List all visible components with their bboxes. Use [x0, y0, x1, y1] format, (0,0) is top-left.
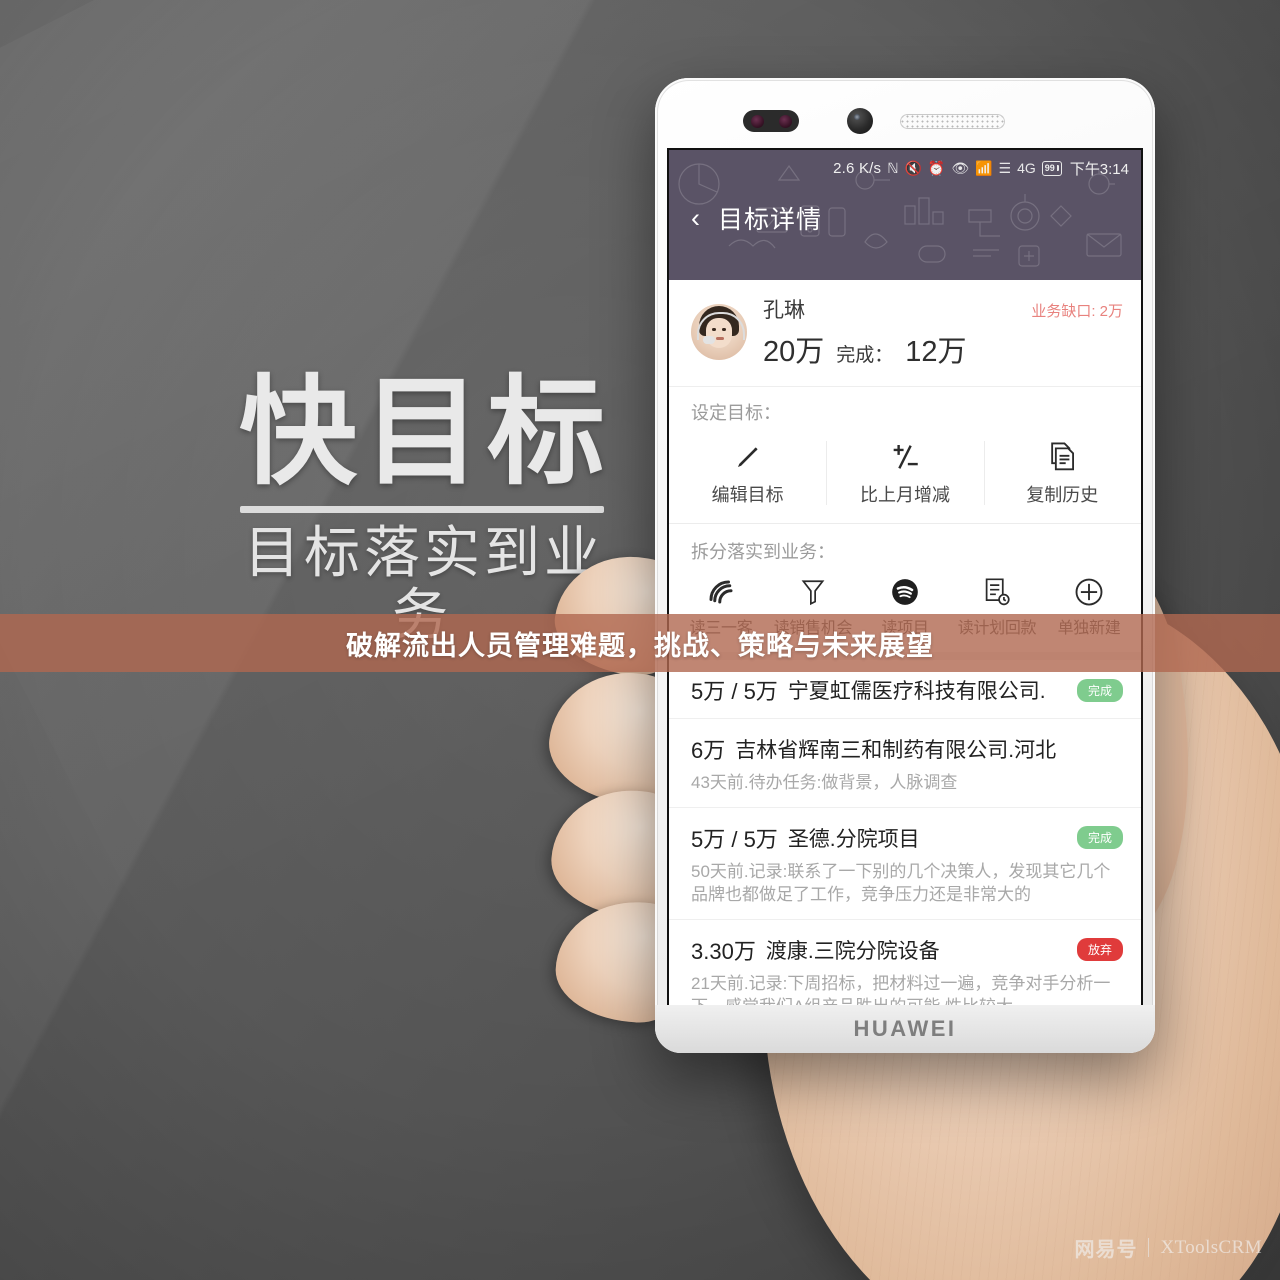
signal-4g-icon: 4G [1017, 160, 1036, 176]
goal-numbers: 20万 完成： 12万 [763, 328, 1123, 370]
pencil-icon [669, 437, 826, 477]
target-amount: 20万 [763, 336, 825, 368]
list-item-amount: 5万 / 5万 [691, 679, 778, 704]
radar-icon [675, 574, 767, 610]
list-item-name: 宁夏虹儒医疗科技有限公司. [787, 680, 1046, 703]
action-copy-history[interactable]: 复制历史 [983, 431, 1141, 523]
screenshot-stage: 快目标 目标落实到业务 [0, 0, 1280, 1280]
huawei-logo: HUAWEI [853, 1016, 957, 1041]
earpiece-speaker-icon [900, 114, 1005, 129]
split-section-label: 拆分落实到业务： [669, 524, 1141, 568]
wifi-icon: 📶 [975, 160, 993, 176]
page-title: 目标详情 [718, 206, 823, 234]
watermark: 网易号 XToolsCRM [1074, 1233, 1262, 1262]
avatar [691, 304, 747, 360]
banner-title: 破解流出人员管理难题，挑战、策略与未来展望 [346, 630, 934, 662]
list-item-note: 43天前.待办任务:做背景，人脉调查 [691, 773, 958, 792]
completed-amount: 12万 [905, 336, 967, 368]
list-item-header: 6万 吉林省辉南三和制药有限公司.河北 [691, 733, 1123, 765]
back-chevron-icon[interactable]: ‹ [691, 204, 700, 232]
status-badge: 完成 [1076, 826, 1123, 850]
list-item[interactable]: 6万 吉林省辉南三和制药有限公司.河北 43天前.待办任务:做背景，人脉调查 [669, 719, 1141, 808]
list-item-note: 50天前.记录:联系了一下别的几个决策人，发现其它几个品牌也都做足了工作，竞争压… [691, 861, 1111, 904]
action-month-change[interactable]: 比上月增减 [826, 431, 983, 523]
nfc-icon: ℕ [887, 160, 899, 176]
overlay-banner: 破解流出人员管理难题，挑战、策略与未来展望 [0, 614, 1280, 672]
mute-icon: 🔇 [904, 160, 922, 176]
list-item-header: 3.30万 渡康.三院分院设备 放弃 [691, 934, 1123, 966]
clock-label: 下午3:14 [1069, 160, 1129, 178]
list-item[interactable]: 3.30万 渡康.三院分院设备 放弃 21天前.记录:下周招标，把材料过一遍，竞… [669, 920, 1141, 1005]
eye-icon: 👁 [951, 160, 970, 176]
business-gap-badge: 业务缺口: 2万 [1031, 303, 1123, 320]
watermark-logo: 网易号 [1074, 1237, 1138, 1261]
app-navbar: ‹ 目标详情 [669, 186, 1141, 236]
watermark-name: XToolsCRM [1160, 1236, 1262, 1258]
battery-icon: 99 [1041, 160, 1062, 176]
goal-list: 5万 / 5万 宁夏虹儒医疗科技有限公司. 完成 6万 吉林省辉南三和制药有限公… [669, 660, 1141, 1005]
list-item-amount: 6万 [691, 738, 726, 763]
alarm-icon: ⏰ [927, 160, 946, 176]
action-label: 编辑目标 [711, 485, 784, 505]
funnel-icon [767, 574, 859, 610]
copy-documents-icon [984, 437, 1141, 477]
action-edit-goal[interactable]: 编辑目标 [669, 431, 826, 523]
list-item-note: 21天前.记录:下周招标，把材料过一遍，竞争对手分析一下，感觉我们A组产品胜出的… [691, 973, 1111, 1005]
plus-minus-icon [826, 437, 983, 477]
phone-screen: 2.6 K/s ℕ 🔇 ⏰ 👁 📶 ☰ 4G 99 下午3:14 ‹ 目标详情 [669, 150, 1141, 1005]
list-item-header: 5万 / 5万 圣德.分院项目 完成 [691, 822, 1123, 854]
status-badge: 放弃 [1076, 938, 1123, 962]
watermark-divider [1148, 1238, 1150, 1257]
sensor-pill-icon [743, 110, 799, 132]
completed-label: 完成： [836, 345, 894, 366]
list-item-name: 渡康.三院分院设备 [765, 939, 940, 963]
circle-waves-icon [859, 574, 951, 610]
action-label: 比上月增减 [859, 485, 950, 505]
list-item-amount: 3.30万 [691, 938, 756, 964]
status-bar: 2.6 K/s ℕ 🔇 ⏰ 👁 📶 ☰ 4G 99 下午3:14 [669, 150, 1141, 186]
list-item-name: 圣德.分院项目 [787, 827, 920, 851]
list-item[interactable]: 5万 / 5万 圣德.分院项目 完成 50天前.记录:联系了一下别的几个决策人，… [669, 808, 1141, 920]
front-camera-icon [847, 108, 873, 134]
list-item-header: 5万 / 5万 宁夏虹儒医疗科技有限公司. 完成 [691, 674, 1123, 706]
phone-chin: HUAWEI [655, 1005, 1155, 1053]
plus-circle-icon [1043, 574, 1135, 610]
action-label: 复制历史 [1026, 485, 1099, 505]
goal-actions-row: 编辑目标 比上月增减 复制历史 [669, 431, 1141, 524]
app-header: 2.6 K/s ℕ 🔇 ⏰ 👁 📶 ☰ 4G 99 下午3:14 ‹ 目标详情 [669, 150, 1141, 280]
status-badge: 完成 [1076, 678, 1123, 702]
user-goal-card[interactable]: 孔琳 20万 完成： 12万 业务缺口: 2万 [669, 280, 1141, 387]
phone-device: 2.6 K/s ℕ 🔇 ⏰ 👁 📶 ☰ 4G 99 下午3:14 ‹ 目标详情 [655, 78, 1155, 1053]
phone-top-bezel [655, 78, 1155, 150]
document-clock-icon [951, 574, 1043, 610]
list-item-name: 吉林省辉南三和制药有限公司.河北 [735, 739, 1057, 762]
network-speed-label: 2.6 K/s [833, 159, 882, 177]
list-item-amount: 5万 / 5万 [691, 826, 778, 852]
signal-bars-icon: ☰ [998, 160, 1012, 176]
set-goal-section-label: 设定目标： [669, 387, 1141, 431]
